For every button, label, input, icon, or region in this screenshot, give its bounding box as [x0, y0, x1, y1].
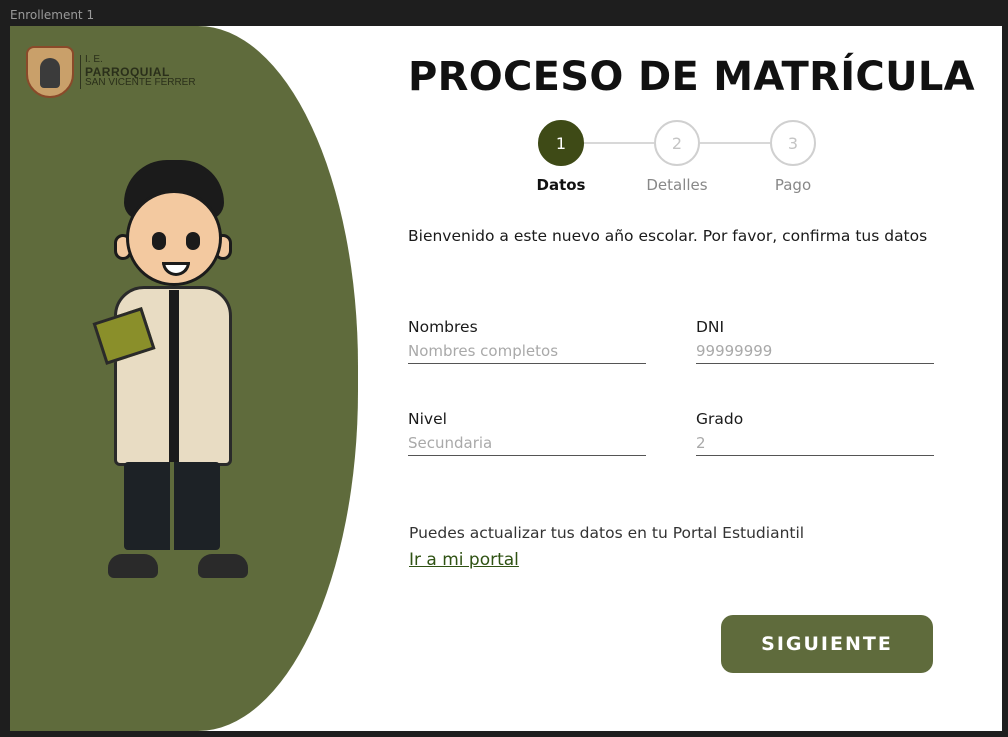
step-3-circle[interactable]: 3 [770, 120, 816, 166]
frame-label: Enrollement 1 [10, 8, 95, 22]
nivel-input[interactable] [408, 434, 646, 456]
logo-text: I. E. PARROQUIAL SAN VICENTE FERRER [80, 55, 196, 89]
grado-field-group: Grado [696, 410, 934, 456]
dni-label: DNI [696, 318, 725, 336]
step-2-circle[interactable]: 2 [654, 120, 700, 166]
step-connector [700, 142, 770, 144]
student-illustration [92, 154, 254, 594]
character-eye-left [152, 232, 166, 250]
grado-label: Grado [696, 410, 744, 428]
progress-stepper: 1 2 3 Datos Detalles Pago [537, 120, 828, 200]
page-title: PROCESO DE MATRÍCULA [408, 54, 975, 100]
step-2-label: Detalles [646, 176, 708, 194]
logo-subtitle: SAN VICENTE FERRER [85, 77, 196, 89]
character-pants [124, 462, 220, 550]
decorative-green-panel: I. E. PARROQUIAL SAN VICENTE FERRER [10, 26, 358, 731]
dni-field-group: DNI [696, 318, 934, 364]
character-coat-zipper [169, 290, 179, 464]
nombres-input[interactable] [408, 342, 646, 364]
grado-input[interactable] [696, 434, 934, 456]
nivel-label: Nivel [408, 410, 447, 428]
character-shoe-left [108, 554, 158, 578]
step-1-label: Datos [536, 176, 586, 194]
step-1-circle[interactable]: 1 [538, 120, 584, 166]
school-crest-icon [26, 46, 74, 98]
character-shoe-right [198, 554, 248, 578]
nombres-label: Nombres [408, 318, 478, 336]
enrollment-frame: I. E. PARROQUIAL SAN VICENTE FERRER PROC… [10, 26, 1002, 731]
school-logo: I. E. PARROQUIAL SAN VICENTE FERRER [26, 46, 196, 98]
welcome-message: Bienvenido a este nuevo año escolar. Por… [408, 227, 928, 245]
step-connector [584, 142, 654, 144]
character-eye-right [186, 232, 200, 250]
dni-input[interactable] [696, 342, 934, 364]
portal-link[interactable]: Ir a mi portal [409, 550, 519, 570]
step-3-label: Pago [774, 176, 812, 194]
next-button[interactable]: SIGUIENTE [721, 615, 933, 673]
nombres-field-group: Nombres [408, 318, 646, 364]
nivel-field-group: Nivel [408, 410, 646, 456]
portal-update-note: Puedes actualizar tus datos en tu Portal… [409, 524, 805, 542]
